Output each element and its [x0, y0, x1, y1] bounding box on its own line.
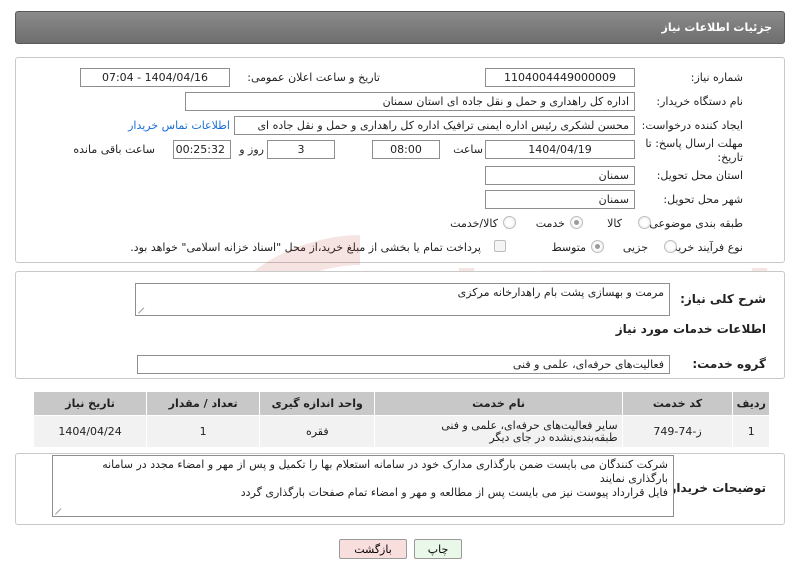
city-field: سمنان: [485, 190, 635, 209]
page-title: جزئیات اطلاعات نیاز: [661, 21, 773, 34]
need-info-panel: [15, 57, 785, 263]
cell-service-code: ز-74-749: [621, 415, 734, 448]
category-option-goods-service: کالا/خدمت: [450, 217, 498, 230]
buyer-notes-line-3: فایل قرارداد پیوست نیز می بایست پس از مط…: [240, 486, 668, 499]
need-number-field: 1104004449000009: [485, 68, 635, 87]
buyer-notes-line-2: بارگذاری نمایند: [599, 472, 668, 485]
col-service-name: نام خدمت: [374, 391, 623, 416]
description-label: شرح کلی نیاز:: [680, 292, 766, 306]
process-option-minor: جزیی: [622, 241, 648, 254]
deadline-date-field: 1404/04/19: [485, 140, 635, 159]
buyer-contact-link[interactable]: اطلاعات تماس خریدار: [128, 119, 230, 132]
cell-quantity: 1: [146, 415, 261, 448]
resize-handle-icon[interactable]: [138, 307, 150, 315]
category-option-service: خدمت: [535, 217, 565, 230]
cell-service-name: سایر فعالیت‌های حرفه‌ای، علمی و فنی طبقه…: [374, 415, 623, 448]
col-unit: واحد اندازه گیری: [259, 391, 376, 416]
description-text: مرمت و بهسازی پشت بام راهدارخانه مرکزی: [457, 286, 664, 299]
col-need-date: تاریخ نیاز: [32, 391, 148, 416]
treasury-payment-note: پرداخت تمام یا بخشی از مبلغ خرید،از محل …: [130, 241, 481, 254]
cell-need-date: 1404/04/24: [32, 415, 148, 448]
resize-handle-icon[interactable]: [55, 508, 67, 516]
back-button[interactable]: بازگشت: [339, 539, 407, 559]
service-group-field: فعالیت‌های حرفه‌ای، علمی و فنی: [137, 355, 670, 374]
treasury-payment-checkbox[interactable]: [494, 240, 506, 252]
announce-label: تاریخ و ساعت اعلان عمومی:: [247, 71, 380, 84]
process-option-medium: متوسط: [551, 241, 586, 254]
category-label: طبقه بندی موضوعی:: [645, 217, 743, 230]
buyer-notes-line-1: شرکت کنندگان می بایست ضمن بارگذاری مدارک…: [102, 458, 668, 471]
service-group-label: گروه خدمت:: [692, 357, 766, 371]
cell-unit: فقره: [259, 415, 376, 448]
buyer-org-field: اداره کل راهداری و حمل و نقل جاده ای است…: [185, 92, 635, 111]
city-label: شهر محل تحویل:: [663, 193, 743, 206]
category-radio-service[interactable]: [570, 216, 583, 229]
col-quantity: تعداد / مقدار: [146, 391, 261, 416]
requester-label: ایجاد کننده درخواست:: [641, 119, 743, 132]
cell-row-number: 1: [732, 415, 770, 448]
process-radio-minor[interactable]: [664, 240, 677, 253]
page-header: جزئیات اطلاعات نیاز: [15, 11, 785, 44]
days-field: 3: [267, 140, 335, 159]
requester-field: محسن لشکری رئیس اداره ایمنی ترافیک اداره…: [234, 116, 635, 135]
province-label: استان محل تحویل:: [656, 169, 743, 182]
remaining-time-field: 00:25:32: [173, 140, 231, 159]
col-service-code: کد خدمت: [621, 391, 734, 416]
services-table: ردیف کد خدمت نام خدمت واحد اندازه گیری ت…: [32, 391, 770, 448]
category-option-goods: کالا: [607, 217, 622, 230]
deadline-time-field: 08:00: [372, 140, 440, 159]
need-number-label: شماره نیاز:: [690, 71, 743, 84]
buyer-notes-label: توضیحات خریدار:: [664, 481, 766, 495]
print-button[interactable]: چاپ: [414, 539, 462, 559]
time-label: ساعت: [453, 143, 483, 156]
buyer-notes-field: شرکت کنندگان می بایست ضمن بارگذاری مدارک…: [52, 455, 674, 517]
category-radio-goods[interactable]: [638, 216, 651, 229]
buyer-org-label: نام دستگاه خریدار:: [656, 95, 743, 108]
province-field: سمنان: [485, 166, 635, 185]
deadline-label-2: تاریخ:: [717, 151, 743, 164]
announce-field: 1404/04/16 - 07:04: [80, 68, 230, 87]
days-label: روز و: [239, 143, 264, 156]
deadline-label: مهلت ارسال پاسخ: تا: [645, 137, 743, 150]
services-title: اطلاعات خدمات مورد نیاز: [615, 322, 766, 336]
description-field: مرمت و بهسازی پشت بام راهدارخانه مرکزی: [135, 283, 670, 316]
category-radio-goods-service[interactable]: [503, 216, 516, 229]
table-header-row: ردیف کد خدمت نام خدمت واحد اندازه گیری ت…: [32, 391, 770, 416]
remaining-label: ساعت باقی مانده: [73, 143, 155, 156]
process-radio-medium[interactable]: [591, 240, 604, 253]
col-row-number: ردیف: [732, 391, 770, 416]
table-row: 1 ز-74-749 سایر فعالیت‌های حرفه‌ای، علمی…: [32, 415, 770, 448]
